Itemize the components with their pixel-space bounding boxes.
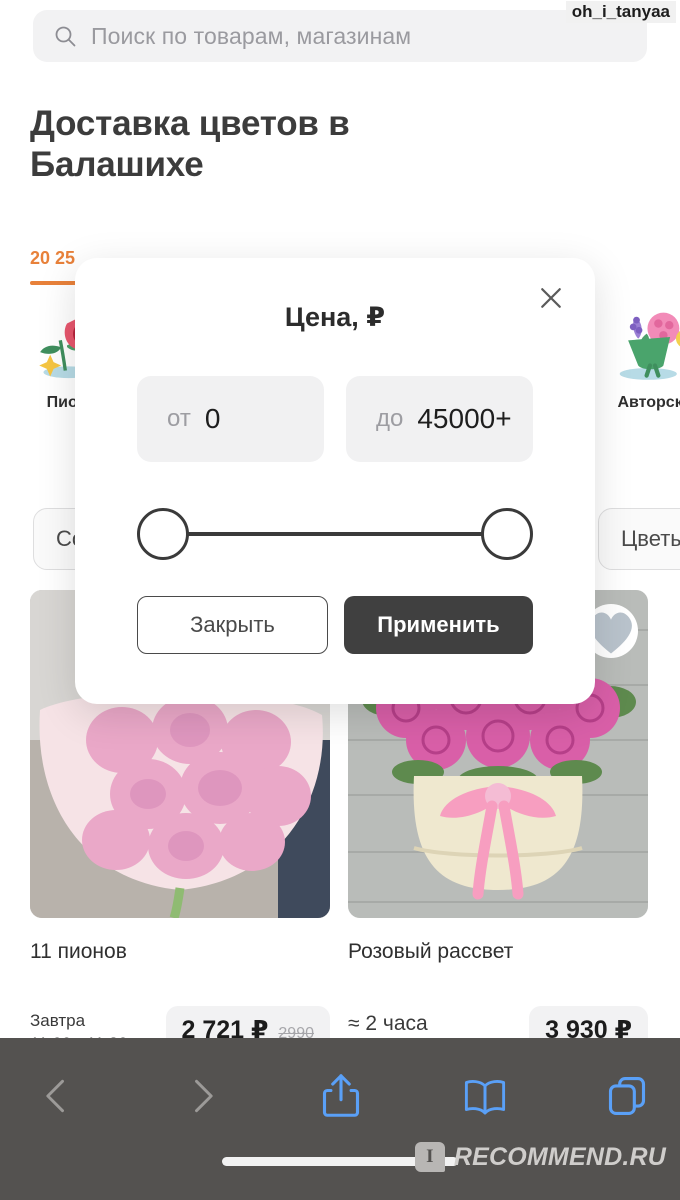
- bouquet-icon: [580, 300, 680, 384]
- price-min-value: 0: [204, 403, 221, 434]
- bookmarks-button[interactable]: [443, 1054, 527, 1138]
- price-range-slider[interactable]: [137, 508, 533, 560]
- price-range-inputs: от 0 до 45000+: [75, 333, 595, 462]
- search-input[interactable]: Поиск по товарам, магазинам: [33, 10, 647, 62]
- share-icon: [322, 1074, 360, 1117]
- watermark-username: oh_i_tanyaa: [565, 1, 676, 23]
- watermark-text: RECOMMEND.RU: [453, 1142, 666, 1171]
- price-min-input[interactable]: от 0: [137, 376, 324, 462]
- forward-button[interactable]: [160, 1054, 244, 1138]
- category-label: Авторски: [617, 394, 680, 411]
- back-button[interactable]: [15, 1054, 99, 1138]
- slider-handle-min[interactable]: [137, 508, 189, 560]
- product-name: Розовый рассвет: [348, 940, 514, 963]
- toolbar-icons: [0, 1054, 680, 1138]
- chevron-right-icon: [195, 1079, 213, 1113]
- price-max-input[interactable]: до 45000+: [346, 376, 533, 462]
- dialog-actions: Закрыть Применить: [75, 560, 595, 654]
- price-max-prefix: до: [376, 405, 404, 432]
- close-icon[interactable]: [531, 278, 571, 318]
- dialog-title: Цена, ₽: [284, 302, 386, 332]
- category-item-avtorskie[interactable]: Авторски: [580, 300, 680, 412]
- search-icon: [53, 24, 77, 48]
- price-filter-dialog: Цена, ₽ от 0 до 45000+ Закрыть Применить: [75, 258, 595, 704]
- apply-button[interactable]: Применить: [344, 596, 533, 654]
- slider-track: [165, 532, 505, 536]
- watermark-badge-icon: I: [414, 1142, 445, 1172]
- safari-toolbar: [0, 1038, 680, 1200]
- watermark-recommend: I RECOMMEND.RU: [414, 1142, 666, 1172]
- page-title: Доставка цветов в Балашихе: [30, 104, 350, 184]
- chevron-left-icon: [46, 1079, 64, 1113]
- price-max-value: 45000+: [417, 403, 512, 434]
- tab-20-25[interactable]: 20 25: [30, 248, 75, 269]
- search-placeholder: Поиск по товарам, магазинам: [91, 22, 412, 49]
- tabs-icon: [608, 1077, 646, 1115]
- price-min-prefix: от: [167, 405, 191, 432]
- filter-chip-flowers[interactable]: Цветы: [598, 508, 680, 570]
- tabs-button[interactable]: [585, 1054, 669, 1138]
- book-icon: [464, 1080, 506, 1115]
- screenshot-root: Поиск по товарам, магазинам Доставка цве…: [0, 0, 680, 1200]
- close-button[interactable]: Закрыть: [137, 596, 328, 654]
- share-button[interactable]: [299, 1054, 383, 1138]
- slider-handle-max[interactable]: [481, 508, 533, 560]
- product-name: 11 пионов: [30, 940, 127, 963]
